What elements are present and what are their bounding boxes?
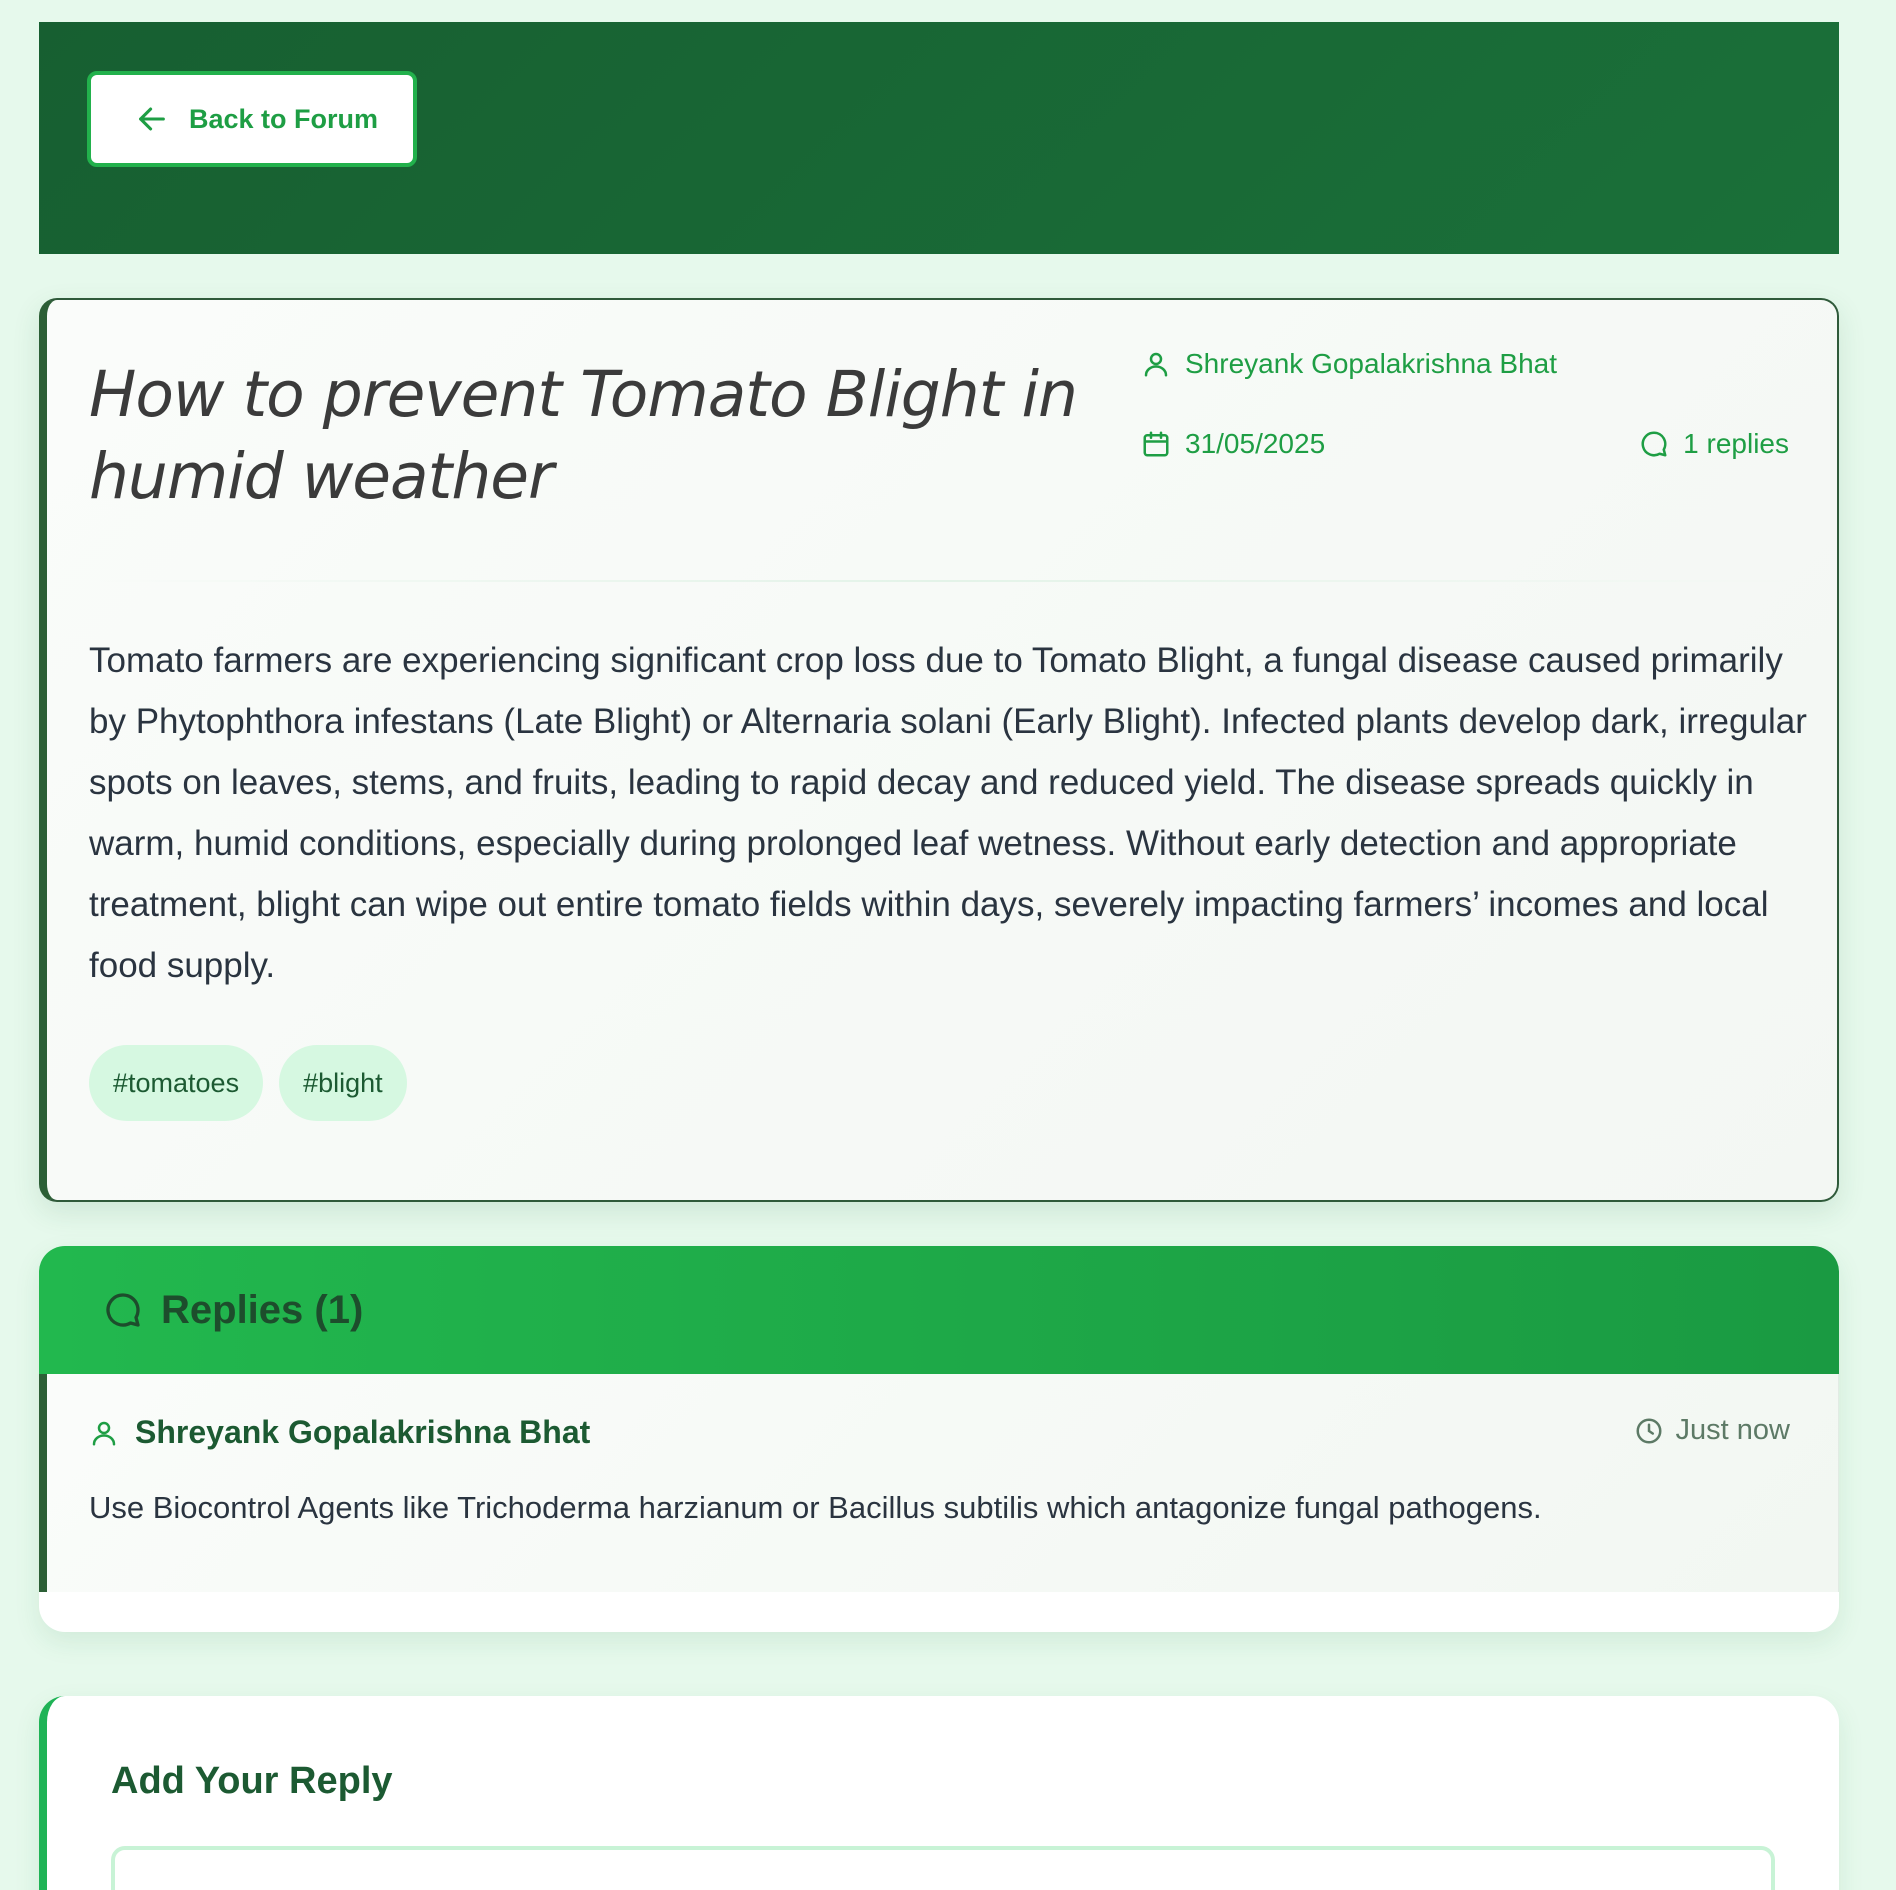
user-icon (1144, 352, 1168, 377)
replies-header: Replies (1) (39, 1246, 1839, 1374)
arrow-left-icon (139, 107, 165, 131)
post-date: 31/05/2025 (1141, 428, 1325, 460)
post-replies-count-label: 1 replies (1683, 428, 1789, 459)
reply-author: Shreyank Gopalakrishna Bhat (89, 1414, 590, 1451)
clock-icon (1636, 1418, 1662, 1443)
post-author-name: Shreyank Gopalakrishna Bhat (1185, 348, 1557, 379)
reply-text: Use Biocontrol Agents like Trichoderma h… (89, 1490, 1542, 1525)
chat-bubble-icon (106, 1293, 140, 1327)
tag-blight[interactable]: #blight (279, 1045, 407, 1121)
reply-item: Shreyank Gopalakrishna Bhat Just now Use… (39, 1374, 1839, 1592)
post-date-value: 31/05/2025 (1185, 428, 1326, 459)
back-to-forum-label: Back to Forum (189, 103, 379, 134)
reply-timestamp: Just now (1634, 1414, 1790, 1447)
add-reply-section: Add Your Reply (39, 1696, 1839, 1890)
back-to-forum-button[interactable]: Back to Forum (87, 71, 417, 167)
replies-heading: Replies (1) (161, 1287, 364, 1332)
post-card: How to prevent Tomato Blight in humid we… (39, 298, 1839, 1202)
post-tags: #tomatoes #blight (89, 1045, 407, 1121)
chat-bubble-icon (1641, 431, 1667, 457)
reply-author-name: Shreyank Gopalakrishna Bhat (135, 1414, 591, 1450)
post-title: How to prevent Tomato Blight in humid we… (89, 358, 1078, 513)
reply-time-value: Just now (1675, 1414, 1790, 1446)
page-header: Back to Forum (39, 22, 1839, 254)
user-icon (92, 1421, 116, 1445)
post-replies-count: 1 replies (1639, 428, 1789, 460)
add-reply-heading: Add Your Reply (111, 1760, 393, 1802)
post-body: Tomato farmers are experiencing signific… (89, 641, 1807, 985)
post-divider (89, 580, 1789, 582)
calendar-icon (1143, 431, 1169, 457)
tag-tomatoes[interactable]: #tomatoes (89, 1045, 264, 1121)
replies-section: Replies (1) Shreyank Gopalakrishna Bhat … (39, 1246, 1839, 1632)
reply-textarea[interactable] (111, 1846, 1775, 1890)
post-author: Shreyank Gopalakrishna Bhat (1141, 348, 1557, 380)
